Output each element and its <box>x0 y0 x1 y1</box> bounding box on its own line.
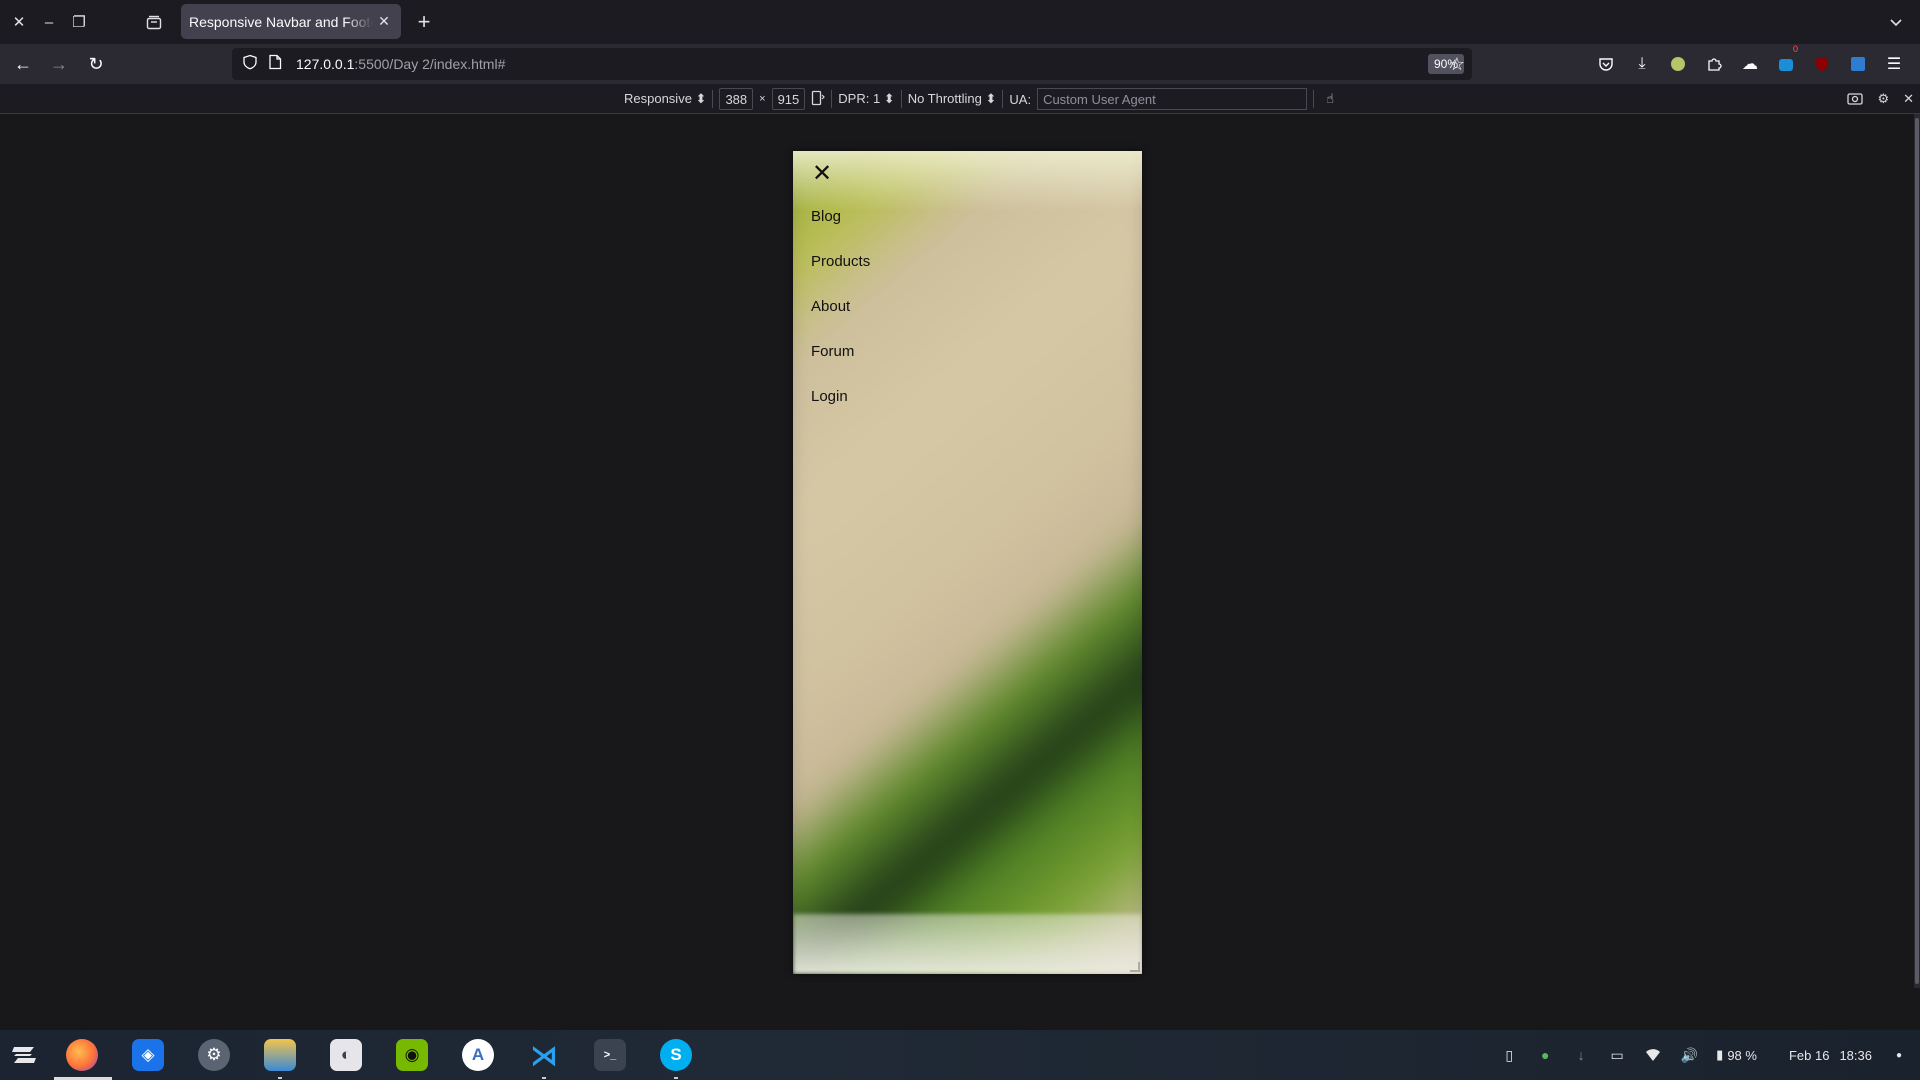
zorin-menu-icon[interactable] <box>8 1039 40 1071</box>
downloads-icon[interactable]: ⤓ <box>1628 50 1656 78</box>
download-arrow-icon[interactable]: ↓ <box>1572 1046 1590 1064</box>
viewport-height-input[interactable]: 915 <box>771 88 806 110</box>
device-viewport: ✕ Blog Products About Forum Login <box>793 151 1142 974</box>
window-controls: ✕ – ❐ <box>4 7 94 37</box>
settings-app-icon[interactable]: ⚙ <box>198 1039 230 1071</box>
skype-icon[interactable]: S <box>660 1039 692 1079</box>
app-running-indicator <box>542 1077 546 1079</box>
touch-simulation-icon[interactable]: ☝ <box>1326 91 1334 107</box>
vscode-icon[interactable]: ⋊ <box>528 1039 560 1079</box>
terminal-icon[interactable]: >_ <box>594 1039 626 1071</box>
rotate-device-icon[interactable] <box>811 90 826 109</box>
divider <box>1002 90 1004 108</box>
close-window-icon[interactable]: ✕ <box>4 7 34 37</box>
battery-icon: ▮ <box>1716 1047 1724 1062</box>
url-host: 127.0.0.1 <box>296 56 355 72</box>
menu-item-products[interactable]: Products <box>811 252 870 297</box>
menu-item-login[interactable]: Login <box>811 387 870 432</box>
navigation-toolbar: ← → ↻ 127.0.0.1:5500/Day 2/index.html# 9… <box>0 44 1920 84</box>
clipboard-icon[interactable]: ▭ <box>1608 1046 1626 1064</box>
app-running-indicator <box>278 1077 282 1079</box>
extension-badge-icon[interactable]: 0 <box>1772 44 1800 78</box>
restore-window-icon[interactable]: ❐ <box>64 7 94 37</box>
tab-list-icon[interactable] <box>139 8 169 38</box>
ublock-icon[interactable] <box>1808 50 1836 78</box>
battery-percent: 98 % <box>1727 1047 1757 1063</box>
close-rdm-icon[interactable]: ✕ <box>1903 91 1914 107</box>
settings-gear-icon[interactable]: ⚙ <box>1877 91 1889 107</box>
cloud-extension-icon[interactable]: ☁ <box>1736 50 1764 78</box>
ua-label: UA: <box>1009 91 1032 107</box>
software-store-icon[interactable]: ◈ <box>132 1039 164 1071</box>
forward-icon[interactable]: → <box>45 50 73 78</box>
system-tray: ▯ ● ↓ ▭ 🔊 ▮ 98 % Feb 16 18:36 ● <box>1500 1030 1908 1080</box>
pocket-icon[interactable] <box>1592 50 1620 78</box>
extension-profile-icon[interactable] <box>1664 50 1692 78</box>
bookmark-star-icon[interactable]: ☆ <box>1443 50 1471 78</box>
throttling-selector[interactable]: No Throttling ⬍ <box>908 91 997 107</box>
date-time[interactable]: Feb 16 18:36 <box>1789 1048 1872 1063</box>
page-icon[interactable] <box>268 54 282 75</box>
extensions-puzzle-icon[interactable] <box>1700 50 1728 78</box>
app-store-icon[interactable]: A <box>462 1039 494 1071</box>
nvidia-settings-icon[interactable]: ◉ <box>396 1039 428 1071</box>
menu-item-about[interactable]: About <box>811 297 870 342</box>
chevron-down-icon[interactable] <box>1884 10 1908 34</box>
extension-badge-count: 0 <box>1792 44 1798 54</box>
menu-item-blog[interactable]: Blog <box>811 207 870 252</box>
viewport-width-input[interactable]: 388 <box>719 88 754 110</box>
footer-overlay <box>793 914 1142 974</box>
menu-item-forum[interactable]: Forum <box>811 342 870 387</box>
rdm-controls: Responsive ⬍ 388 × 915 DPR: 1 ⬍ No Throt… <box>624 88 1334 110</box>
battery-status[interactable]: ▮ 98 % <box>1716 1047 1757 1063</box>
mobile-menu: Blog Products About Forum Login <box>811 207 870 432</box>
scrollbar-thumb[interactable] <box>1915 118 1919 984</box>
navbar-overlay <box>793 151 1142 211</box>
bitwarden-icon[interactable] <box>1844 50 1872 78</box>
tab-title: Responsive Navbar and Footer <box>189 13 373 30</box>
url-text[interactable]: 127.0.0.1:5500/Day 2/index.html# <box>296 56 505 72</box>
notification-dot-icon[interactable]: ● <box>1890 1046 1908 1064</box>
update-notifier-icon[interactable]: ● <box>1536 1046 1554 1064</box>
responsive-design-toolbar: Responsive ⬍ 388 × 915 DPR: 1 ⬍ No Throt… <box>0 84 1920 114</box>
toggle-app-icon[interactable]: ◐ <box>330 1039 362 1071</box>
wifi-icon[interactable] <box>1644 1046 1662 1064</box>
taskbar: ◈ ⚙ ◐ ◉ A ⋊ >_ S ▯ ● ↓ ▭ 🔊 ▮ 98 % Feb 16… <box>0 1030 1920 1080</box>
device-selector[interactable]: Responsive ⬍ <box>624 91 706 107</box>
files-icon[interactable] <box>264 1039 296 1079</box>
app-running-indicator <box>674 1077 678 1079</box>
toolbar-icons: ⤓ ☁ 0 ☰ <box>1592 44 1908 78</box>
screenshot-icon[interactable] <box>1847 91 1864 108</box>
phone-connect-icon[interactable]: ▯ <box>1500 1046 1518 1064</box>
hamburger-menu-icon[interactable]: ☰ <box>1880 50 1908 78</box>
close-tab-icon[interactable]: ✕ <box>375 13 393 31</box>
url-bar[interactable]: 127.0.0.1:5500/Day 2/index.html# 90% <box>232 48 1472 80</box>
divider <box>900 90 902 108</box>
close-menu-icon[interactable]: ✕ <box>810 160 834 187</box>
divider <box>1313 90 1315 108</box>
tab-strip: ✕ – ❐ Responsive Navbar and Footer ✕ + <box>0 0 1920 44</box>
minimize-window-icon[interactable]: – <box>34 7 64 37</box>
shield-icon[interactable] <box>242 54 258 75</box>
time-text: 18:36 <box>1839 1047 1872 1063</box>
divider <box>831 90 833 108</box>
new-tab-icon[interactable]: + <box>410 8 438 36</box>
active-tab[interactable]: Responsive Navbar and Footer ✕ <box>181 4 401 39</box>
volume-icon[interactable]: 🔊 <box>1680 1046 1698 1064</box>
date-text: Feb 16 <box>1788 1047 1830 1063</box>
user-agent-input[interactable]: Custom User Agent <box>1037 88 1308 110</box>
back-icon[interactable]: ← <box>9 50 37 78</box>
divider <box>712 90 714 108</box>
dpr-selector[interactable]: DPR: 1 ⬍ <box>838 91 894 107</box>
dimension-times: × <box>759 93 766 105</box>
viewport-resize-handle[interactable] <box>1130 962 1140 972</box>
firefox-icon[interactable] <box>66 1039 98 1071</box>
reload-icon[interactable]: ↻ <box>82 50 110 78</box>
rdm-right-controls: ⚙ ✕ <box>1847 88 1914 110</box>
url-path: :5500/Day 2/index.html# <box>354 56 506 72</box>
